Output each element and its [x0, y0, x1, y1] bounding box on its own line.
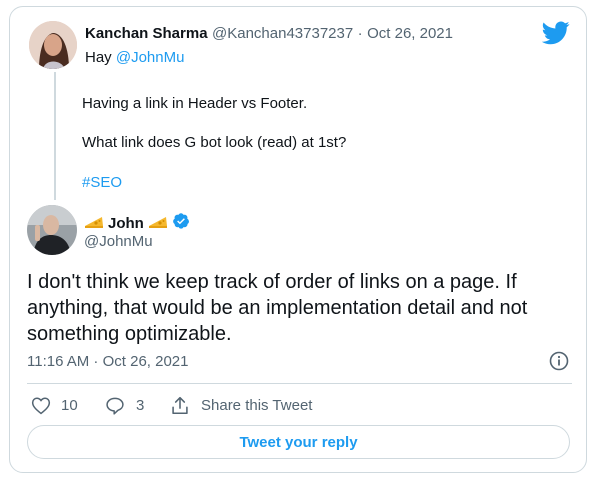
like-action[interactable]: 10	[31, 396, 78, 415]
reply-author-handle[interactable]: @JohnMu	[84, 233, 153, 250]
share-action[interactable]: Share this Tweet	[171, 396, 312, 415]
verified-badge-icon	[172, 212, 190, 235]
parent-author-name[interactable]: Kanchan Sharma	[85, 25, 208, 42]
parent-line-1: Hay @JohnMu	[85, 49, 184, 66]
reply-text: I don't think we keep track of order of …	[27, 271, 528, 345]
kanchan-avatar[interactable]	[29, 21, 77, 69]
info-icon[interactable]	[549, 351, 569, 371]
parent-author-handle[interactable]: @Kanchan43737237	[212, 25, 353, 42]
like-count: 10	[61, 397, 78, 414]
twitter-bird-icon[interactable]	[541, 21, 570, 45]
divider	[27, 383, 572, 384]
parent-meta-separator: ·	[357, 25, 363, 42]
share-icon	[171, 396, 189, 415]
parent-line-3: What link does G bot look (read) at 1st?	[82, 134, 347, 151]
reply-header: John	[84, 212, 190, 235]
thread-connector-line	[54, 72, 56, 200]
tweet-your-reply-button[interactable]: Tweet your reply	[27, 425, 570, 459]
share-label: Share this Tweet	[201, 397, 313, 414]
reply-author-name[interactable]: John	[108, 215, 144, 232]
cheese-icon	[84, 213, 104, 234]
cheese-icon	[148, 213, 168, 234]
parent-header: Kanchan Sharma @Kanchan43737237 · Oct 26…	[85, 25, 453, 43]
reply-timestamp[interactable]: 11:16 AM · Oct 26, 2021	[27, 353, 188, 370]
reply-bubble-icon	[105, 396, 125, 415]
reply-count: 3	[136, 397, 145, 414]
mention-link[interactable]: @JohnMu	[116, 49, 185, 66]
parent-line-2: Having a link in Header vs Footer.	[82, 95, 308, 112]
heart-icon	[31, 396, 51, 415]
hashtag-link[interactable]: #SEO	[82, 174, 122, 191]
parent-date[interactable]: Oct 26, 2021	[367, 25, 453, 42]
john-avatar[interactable]	[27, 205, 77, 255]
parent-greeting: Hay	[85, 49, 116, 66]
reply-action[interactable]: 3	[105, 396, 144, 415]
